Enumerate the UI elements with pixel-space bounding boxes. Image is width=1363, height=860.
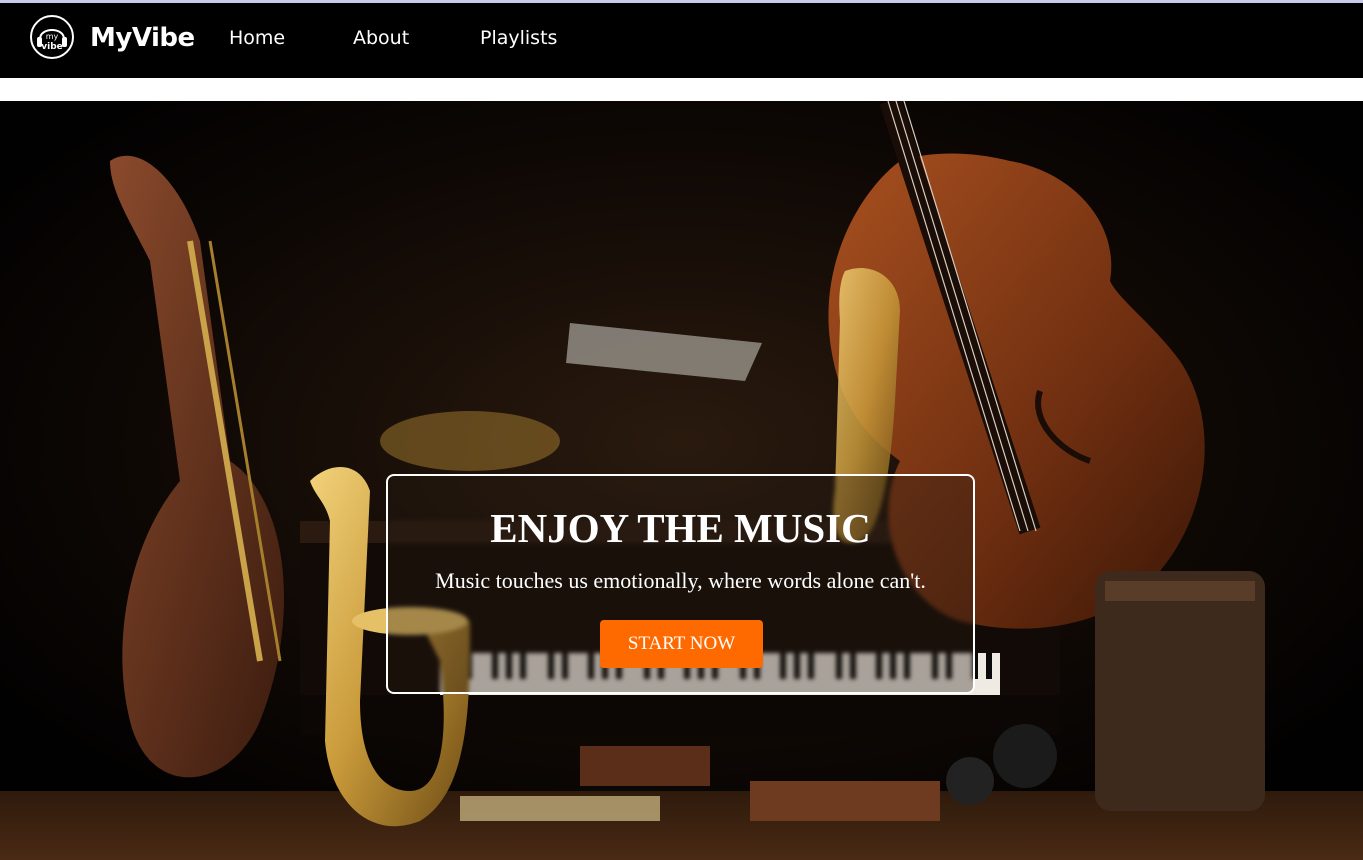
nav-about[interactable]: About	[353, 27, 409, 49]
navbar: my vibe MyVibe Home About Playlists	[0, 3, 1363, 78]
hero-card: ENJOY THE MUSIC Music touches us emotion…	[386, 474, 975, 694]
svg-text:vibe: vibe	[41, 42, 63, 52]
start-now-button[interactable]: START NOW	[600, 620, 763, 668]
hero-title: ENJOY THE MUSIC	[490, 505, 871, 551]
spacer-strip	[0, 78, 1363, 101]
hero-section: ENJOY THE MUSIC Music touches us emotion…	[0, 101, 1363, 860]
brand-name[interactable]: MyVibe	[90, 23, 195, 53]
nav-home[interactable]: Home	[229, 27, 285, 49]
brand-logo[interactable]: my vibe	[30, 15, 74, 59]
headphones-logo-icon: my vibe	[37, 29, 67, 52]
nav-playlists[interactable]: Playlists	[480, 27, 557, 49]
hero-subtitle: Music touches us emotionally, where word…	[435, 568, 926, 593]
svg-text:my: my	[46, 32, 59, 41]
